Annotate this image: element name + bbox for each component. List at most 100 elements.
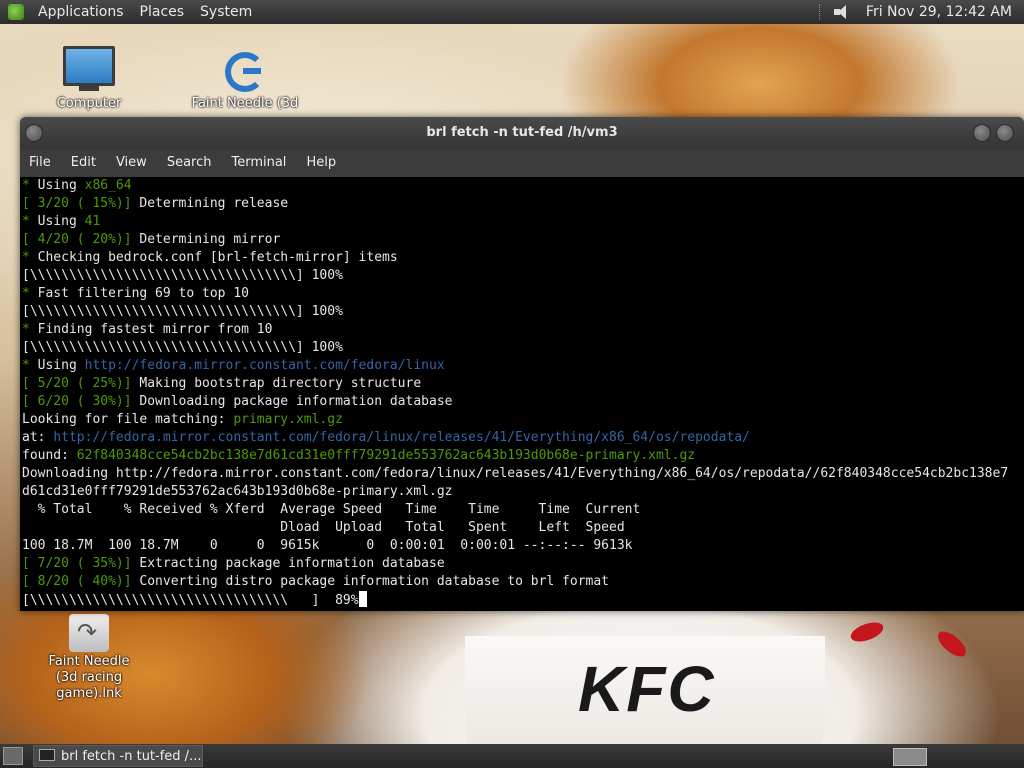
terminal-text: [\\\\\\\\\\\\\\\\\\\\\\\\\\\\\\\\\\] 100…: [22, 268, 343, 283]
terminal-line: [\\\\\\\\\\\\\\\\\\\\\\\\\\\\\\\\\\] 100…: [20, 303, 1024, 321]
taskbar-item-label: brl fetch -n tut-fed /...: [61, 749, 202, 764]
terminal-text: Using: [37, 214, 85, 229]
terminal-text: Looking for file matching:: [22, 412, 234, 427]
terminal-line: [ 5/20 ( 25%)] Making bootstrap director…: [20, 375, 1024, 393]
terminal-text: Determining release: [131, 196, 289, 211]
terminal-text: [ 7/20 ( 35%)]: [22, 556, 132, 571]
terminal-window: brl fetch -n tut-fed /h/vm3 File Edit Vi…: [20, 117, 1024, 611]
terminal-line: % Total % Received % Xferd Average Speed…: [20, 501, 1024, 519]
menu-terminal[interactable]: Terminal: [221, 149, 296, 177]
terminal-text: [ 8/20 ( 40%)]: [22, 574, 132, 589]
terminal-cursor: [358, 591, 367, 607]
terminal-text: [ 3/20 ( 15%)]: [22, 196, 132, 211]
terminal-line: [\\\\\\\\\\\\\\\\\\\\\\\\\\\\\\\\\ ] 89%: [20, 591, 1024, 609]
terminal-text: found:: [22, 448, 77, 463]
shortcut-icon: [69, 614, 109, 652]
top-panel: Applications Places System Fri Nov 29, 1…: [0, 0, 1024, 24]
computer-icon: [63, 46, 115, 91]
terminal-line: d61cd31e0fff79291de553762ac643b193d0b68e…: [20, 483, 1024, 501]
terminal-text: 100 18.7M 100 18.7M 0 0 9615k 0 0:00:01 …: [22, 538, 633, 553]
terminal-line: [\\\\\\\\\\\\\\\\\\\\\\\\\\\\\\\\\\] 100…: [20, 267, 1024, 285]
window-title: brl fetch -n tut-fed /h/vm3: [426, 125, 618, 140]
terminal-text: *: [22, 250, 38, 265]
menu-applications[interactable]: Applications: [30, 0, 132, 24]
terminal-text: [\\\\\\\\\\\\\\\\\\\\\\\\\\\\\\\\\\] 100…: [22, 304, 343, 319]
menu-search[interactable]: Search: [157, 149, 222, 177]
terminal-text: [\\\\\\\\\\\\\\\\\\\\\\\\\\\\\\\\\ ] 89%: [22, 593, 359, 608]
terminal-line: Dload Upload Total Spent Left Speed: [20, 519, 1024, 537]
terminal-line: * Checking bedrock.conf [brl-fetch-mirro…: [20, 249, 1024, 267]
terminal-line: Looking for file matching: primary.xml.g…: [20, 411, 1024, 429]
terminal-text: Using: [37, 358, 85, 373]
terminal-text: *: [22, 358, 38, 373]
terminal-line: [ 4/20 ( 20%)] Determining mirror: [20, 231, 1024, 249]
terminal-text: http://fedora.mirror.constant.com/fedora…: [53, 430, 750, 445]
terminal-text: Finding fastest mirror from 10: [37, 322, 273, 337]
terminal-text: Extracting package information database: [131, 556, 445, 571]
terminal-text: d61cd31e0fff79291de553762ac643b193d0b68e…: [22, 484, 453, 499]
terminal-text: [ 5/20 ( 25%)]: [22, 376, 132, 391]
terminal-text: *: [22, 214, 38, 229]
terminal-line: [\\\\\\\\\\\\\\\\\\\\\\\\\\\\\\\\\\] 100…: [20, 339, 1024, 357]
terminal-line: [ 6/20 ( 30%)] Downloading package infor…: [20, 393, 1024, 411]
terminal-text: Checking bedrock.conf [brl-fetch-mirror]…: [37, 250, 398, 265]
terminal-line: * Using x86_64: [20, 177, 1024, 195]
show-desktop-icon[interactable]: [3, 747, 23, 765]
terminal-line: * Using http://fedora.mirror.constant.co…: [20, 357, 1024, 375]
wallpaper-brand-text: KFC: [578, 653, 716, 725]
terminal-text: [ 6/20 ( 30%)]: [22, 394, 132, 409]
terminal-text: *: [22, 286, 38, 301]
terminal-output[interactable]: * Using x86_64[ 3/20 ( 15%)] Determining…: [20, 177, 1024, 611]
terminal-line: [ 7/20 ( 35%)] Extracting package inform…: [20, 555, 1024, 573]
terminal-line: at: http://fedora.mirror.constant.com/fe…: [20, 429, 1024, 447]
terminal-text: at:: [22, 430, 54, 445]
speaker-icon[interactable]: [833, 5, 850, 19]
terminal-menubar: File Edit View Search Terminal Help: [20, 149, 1024, 177]
terminal-line: Downloading http://fedora.mirror.constan…: [20, 465, 1024, 483]
clock[interactable]: Fri Nov 29, 12:42 AM: [858, 0, 1020, 24]
terminal-line: * Using 41: [20, 213, 1024, 231]
terminal-text: Fast filtering 69 to top 10: [37, 286, 249, 301]
terminal-text: [ 4/20 ( 20%)]: [22, 232, 132, 247]
terminal-text: 41: [84, 214, 101, 229]
terminal-text: Using: [37, 178, 85, 193]
taskbar-item-terminal[interactable]: brl fetch -n tut-fed /...: [33, 745, 203, 767]
terminal-line: * Finding fastest mirror from 10: [20, 321, 1024, 339]
menu-help[interactable]: Help: [296, 149, 346, 177]
workspace-switcher[interactable]: [893, 748, 927, 766]
terminal-text: *: [22, 322, 38, 337]
terminal-text: Determining mirror: [131, 232, 281, 247]
wallpaper-chili: [933, 626, 971, 662]
desktop-icon-label: Faint Needle (3d racing game).lnk: [48, 654, 130, 701]
menu-file[interactable]: File: [20, 149, 61, 177]
menu-edit[interactable]: Edit: [61, 149, 106, 177]
terminal-line: [ 8/20 ( 40%)] Converting distro package…: [20, 573, 1024, 591]
wallpaper-chili: [848, 618, 886, 646]
desktop-icon-faint-needle-shortcut[interactable]: Faint Needle (3d racing game).lnk: [34, 614, 144, 702]
terminal-text: Making bootstrap directory structure: [131, 376, 422, 391]
terminal-text: Converting distro package information da…: [131, 574, 610, 589]
window-titlebar[interactable]: brl fetch -n tut-fed /h/vm3: [20, 117, 1024, 149]
minimize-icon[interactable]: [973, 124, 991, 142]
terminal-text: Downloading package information database: [131, 394, 453, 409]
window-menu-icon[interactable]: [25, 124, 43, 142]
terminal-text: primary.xml.gz: [233, 412, 343, 427]
distro-logo-icon[interactable]: [8, 4, 24, 20]
terminal-text: % Total % Received % Xferd Average Speed…: [22, 502, 641, 517]
terminal-line: * Fast filtering 69 to top 10: [20, 285, 1024, 303]
terminal-text: Dload Upload Total Spent Left Speed: [22, 520, 625, 535]
terminal-text: x86_64: [84, 178, 132, 193]
menu-view[interactable]: View: [106, 149, 157, 177]
terminal-text: http://fedora.mirror.constant.com/fedora…: [84, 358, 445, 373]
terminal-text: Downloading http://fedora.mirror.constan…: [22, 466, 1009, 481]
menu-places[interactable]: Places: [132, 0, 193, 24]
terminal-text: [\\\\\\\\\\\\\\\\\\\\\\\\\\\\\\\\\\] 100…: [22, 340, 343, 355]
desktop-icon-faint-needle[interactable]: Faint Needle (3d: [190, 52, 300, 112]
desktop-icon-computer[interactable]: Computer: [34, 46, 144, 112]
app-logo-icon: [225, 52, 265, 92]
panel-separator: [818, 4, 822, 20]
menu-system[interactable]: System: [192, 0, 260, 24]
terminal-line: [ 3/20 ( 15%)] Determining release: [20, 195, 1024, 213]
terminal-line: 100 18.7M 100 18.7M 0 0 9615k 0 0:00:01 …: [20, 537, 1024, 555]
maximize-icon[interactable]: [996, 124, 1014, 142]
